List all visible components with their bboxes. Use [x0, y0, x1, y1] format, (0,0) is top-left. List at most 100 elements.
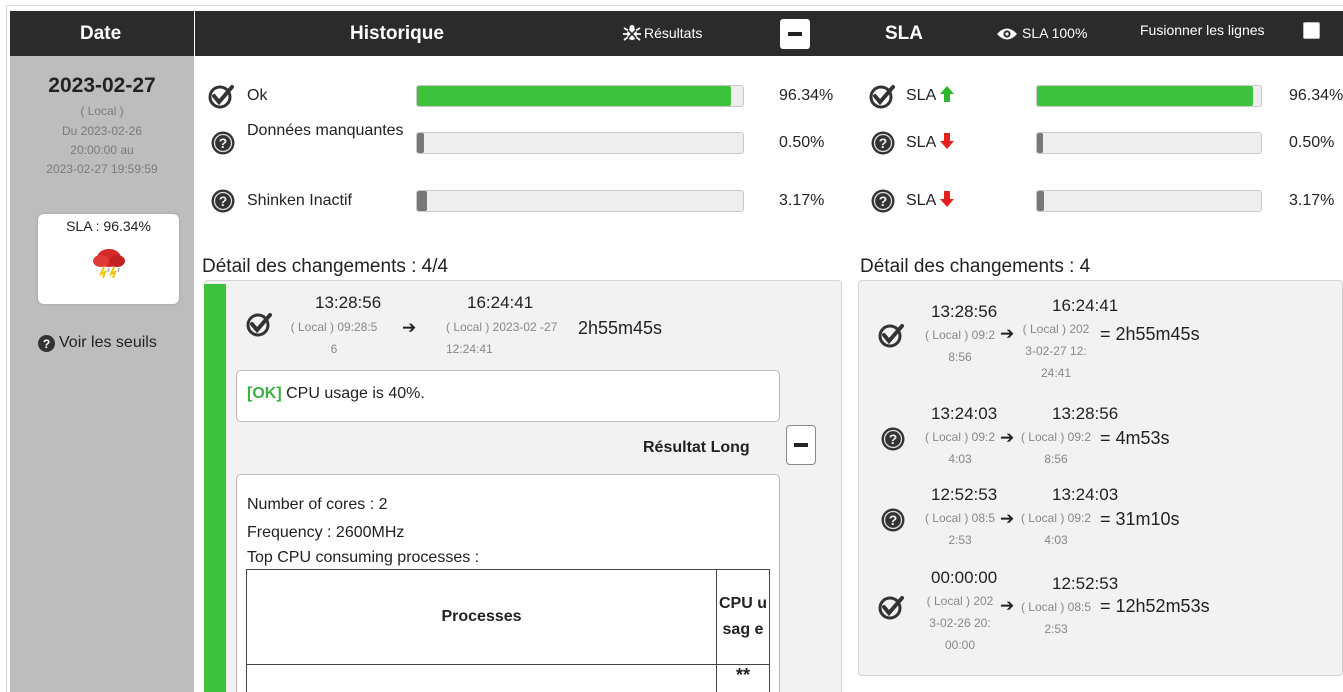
arrow-down-icon	[940, 191, 954, 207]
arrow-icon: ➔	[1000, 324, 1015, 343]
change-duration: = 31m10s	[1100, 509, 1180, 529]
status-label: Données manquantes	[247, 122, 404, 139]
change-start-local: ( Local ) 09:2 4:03	[924, 430, 996, 466]
change-duration: = 4m53s	[1100, 428, 1170, 448]
bug-icon	[623, 25, 641, 41]
historique-title: Historique	[350, 23, 444, 44]
sla-label: SLA	[906, 87, 937, 104]
sla-bar-fill	[1037, 86, 1253, 106]
date-column-title: Date	[80, 23, 122, 44]
change-end-local: ( Local ) 09:2 8:56	[1020, 430, 1092, 466]
change-start-time: 12:52:53	[931, 485, 998, 504]
change-end-local: ( Local ) 2023-02 -27 12:24:41	[446, 320, 558, 356]
long-output-box: Number of cores : 2 Frequency : 2600MHz …	[236, 474, 780, 692]
change-start-local: ( Local ) 08:5 2:53	[924, 511, 996, 547]
processes-header: Processes	[246, 569, 717, 665]
table-cell	[246, 664, 717, 692]
arrow-icon: ➔	[1000, 428, 1015, 447]
change-end-local: ( Local ) 08:5 2:53	[1020, 600, 1092, 636]
ok-check-icon	[878, 324, 904, 348]
unknown-status-icon: ?	[211, 189, 235, 213]
change-end-time: 13:28:56	[1052, 404, 1119, 423]
sla-percent: 0.50%	[1289, 134, 1335, 151]
day-date: 2023-02-27	[48, 74, 156, 97]
status-bar	[416, 190, 744, 212]
processes-table: Processes CPU usag e **	[246, 569, 770, 692]
status-label: Shinken Inactif	[247, 192, 352, 209]
fusion-checkbox[interactable]	[1303, 22, 1320, 39]
change-end-time: 13:24:03	[1052, 485, 1119, 504]
period-start-date: Du 2023-02-26	[61, 124, 143, 138]
sla-percent: 96.34%	[1289, 87, 1343, 104]
header-divider	[194, 11, 195, 56]
change-end-local: ( Local ) 09:2 4:03	[1020, 511, 1092, 547]
collapse-results-button[interactable]	[780, 19, 810, 49]
long-line-top-processes: Top CPU consuming processes :	[247, 549, 480, 566]
svg-text:?: ?	[219, 135, 228, 151]
sla-bar-fill	[1037, 191, 1045, 211]
date-column: 2023-02-27 ( Local ) Du 2023-02-26 20:00…	[10, 56, 194, 692]
change-end-time: 16:24:41	[1052, 296, 1119, 315]
arrow-icon: ➔	[1000, 596, 1015, 615]
output-text: CPU usage is 40%.	[281, 385, 425, 402]
svg-text:?: ?	[43, 337, 50, 351]
long-line-cores: Number of cores : 2	[247, 496, 388, 513]
ok-check-icon	[878, 596, 904, 620]
unknown-status-icon: ?	[871, 131, 895, 155]
sla-bar	[1036, 85, 1262, 107]
ok-check-icon	[208, 85, 234, 109]
cpu-usage-header: CPU usag e	[716, 569, 770, 665]
change-start-time: 13:28:56	[315, 293, 382, 312]
ok-tag: [OK]	[247, 385, 282, 402]
change-duration: 2h55m45s	[578, 318, 663, 338]
change-end-time: 12:52:53	[1052, 574, 1119, 593]
eye-icon	[997, 28, 1017, 40]
ok-check-icon	[246, 313, 272, 337]
change-start-time: 13:24:03	[931, 404, 998, 423]
status-percent: 96.34%	[779, 87, 834, 104]
table-cell: **	[716, 664, 770, 692]
detail-right-title: Détail des changements : 4	[860, 256, 1091, 277]
sla-bar-fill	[1037, 133, 1043, 153]
resultats-toggle[interactable]: Résultats	[644, 11, 702, 56]
sla-100-toggle[interactable]: SLA 100%	[1022, 11, 1087, 56]
sla-bar	[1036, 132, 1262, 154]
storm-weather-icon	[93, 249, 125, 278]
svg-text:?: ?	[889, 512, 898, 528]
arrow-down-icon	[940, 133, 954, 149]
status-bar	[416, 132, 744, 154]
svg-text:?: ?	[879, 135, 888, 151]
change-duration: = 2h55m45s	[1100, 324, 1200, 344]
change-start-local: ( Local ) 09:2 8:56	[924, 328, 996, 364]
sla-summary-card: SLA : 96.34%	[38, 214, 179, 304]
arrow-icon: ➔	[402, 318, 417, 337]
change-end-local: ( Local ) 202 3-02-27 12: 24:41	[1022, 322, 1090, 380]
svg-text:?: ?	[219, 193, 228, 209]
long-line-frequency: Frequency : 2600MHz	[247, 524, 405, 541]
fusion-label: Fusionner les lignes	[1140, 22, 1265, 38]
voir-seuils-link[interactable]: Voir les seuils	[59, 334, 157, 352]
change-duration: = 12h52m53s	[1100, 596, 1210, 616]
arrow-icon: ➔	[1000, 509, 1015, 528]
change-start-time: 13:28:56	[931, 302, 998, 321]
status-percent: 0.50%	[779, 134, 825, 151]
status-bar-fill	[417, 133, 425, 153]
change-end-time: 16:24:41	[467, 293, 534, 312]
svg-text:?: ?	[889, 431, 898, 447]
period-end: 2023-02-27 19:59:59	[46, 162, 158, 176]
status-color-strip	[204, 284, 226, 692]
status-bar	[416, 85, 744, 107]
sla-percent: 3.17%	[1289, 192, 1335, 209]
unknown-status-icon: ?	[881, 508, 905, 532]
help-icon: ?	[38, 335, 55, 352]
sla-bar	[1036, 190, 1262, 212]
collapse-long-result-button[interactable]	[786, 425, 816, 465]
svg-text:?: ?	[879, 193, 888, 209]
status-bar-fill	[417, 86, 732, 106]
status-bar-fill	[417, 191, 428, 211]
change-start-local: ( Local ) 09:28:5 6	[290, 320, 378, 356]
ok-check-icon	[869, 85, 895, 109]
sla-label: SLA	[906, 134, 937, 151]
detail-left-title: Détail des changements : 4/4	[202, 256, 449, 277]
sla-summary-label: SLA : 96.34%	[66, 218, 151, 234]
